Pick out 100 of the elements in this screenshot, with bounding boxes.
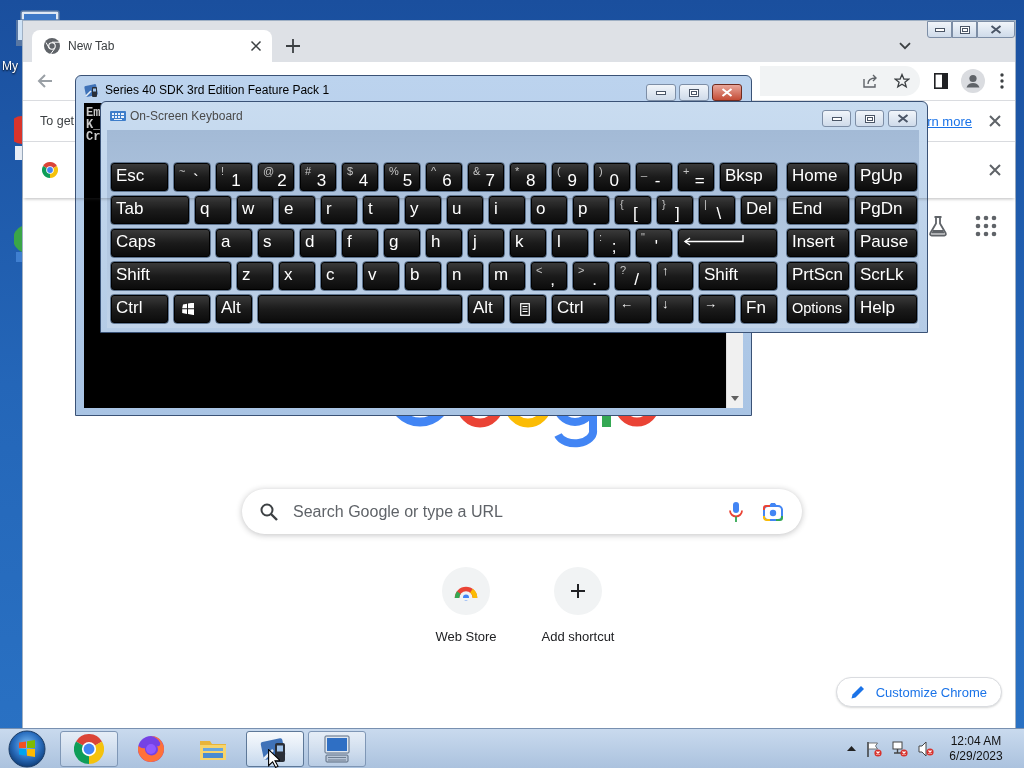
keyboard-key[interactable]: v — [362, 261, 400, 291]
flag-icon[interactable] — [866, 740, 882, 757]
keyboard-key[interactable] — [509, 294, 547, 324]
keyboard-key[interactable]: _ - — [635, 162, 673, 192]
plus-icon[interactable] — [286, 39, 300, 53]
keyboard-key[interactable]: s — [257, 228, 295, 258]
keyboard-key[interactable]: ) 0 — [593, 162, 631, 192]
desktop-icon-label[interactable]: My — [2, 59, 18, 73]
keyboard-key[interactable]: Del — [740, 195, 778, 225]
caret-up-icon[interactable] — [847, 746, 856, 751]
keyboard-key[interactable]: PgDn — [854, 195, 918, 225]
keyboard-key[interactable]: q — [194, 195, 232, 225]
keyboard-key[interactable]: y — [404, 195, 442, 225]
keyboard-key[interactable]: ~ ` — [173, 162, 211, 192]
keyboard-key[interactable]: < , — [530, 261, 568, 291]
keyboard-key[interactable]: d — [299, 228, 337, 258]
close-icon[interactable] — [988, 163, 1002, 177]
keyboard-key[interactable]: o — [530, 195, 568, 225]
keyboard-key[interactable]: ? / — [614, 261, 652, 291]
keyboard-key[interactable]: ScrLk — [854, 261, 918, 291]
microphone-icon[interactable] — [728, 500, 744, 523]
keyboard-key[interactable]: Tab — [110, 195, 190, 225]
grid-icon[interactable] — [974, 214, 998, 238]
keyboard-key[interactable]: Pause — [854, 228, 918, 258]
keyboard-key[interactable]: h — [425, 228, 463, 258]
space-bar[interactable] — [257, 294, 463, 324]
camera-icon[interactable] — [762, 500, 784, 523]
keyboard-key[interactable]: Ctrl — [551, 294, 610, 324]
keyboard-key[interactable]: Fn — [740, 294, 778, 324]
keyboard-key[interactable]: i — [488, 195, 526, 225]
star-icon[interactable] — [894, 73, 910, 89]
keyboard-key[interactable]: Home — [786, 162, 850, 192]
menu-icon[interactable] — [1000, 73, 1004, 89]
keyboard-key[interactable]: End — [786, 195, 850, 225]
keyboard-key[interactable]: { [ — [614, 195, 652, 225]
maximize-button[interactable] — [952, 21, 977, 38]
maximize-button[interactable] — [679, 84, 709, 101]
back-arrow-icon[interactable] — [36, 72, 54, 90]
minimize-button[interactable] — [646, 84, 676, 101]
keyboard-key[interactable]: # 3 — [299, 162, 337, 192]
keyboard-key[interactable]: & 7 — [467, 162, 505, 192]
keyboard-key[interactable]: Help — [854, 294, 918, 324]
keyboard-key[interactable]: ( 9 — [551, 162, 589, 192]
keyboard-key[interactable]: $ 4 — [341, 162, 379, 192]
keyboard-key[interactable]: g — [383, 228, 421, 258]
close-icon[interactable] — [250, 40, 262, 52]
keyboard-key[interactable]: r — [320, 195, 358, 225]
keyboard-key[interactable]: + = — [677, 162, 715, 192]
maximize-button[interactable] — [855, 110, 884, 127]
start-orb-icon[interactable] — [8, 729, 46, 768]
keyboard-key[interactable]: ^ 6 — [425, 162, 463, 192]
desktop-icon[interactable] — [14, 116, 22, 160]
clock-date[interactable]: 6/29/2023 — [949, 748, 1003, 764]
caret-down-icon[interactable] — [731, 396, 739, 401]
keyboard-key[interactable] — [677, 228, 778, 258]
clock-time[interactable]: 12:04 AM — [950, 733, 1002, 749]
browser-tab[interactable]: New Tab — [32, 30, 272, 62]
close-button[interactable] — [977, 21, 1015, 38]
keyboard-key[interactable]: } ] — [656, 195, 694, 225]
keyboard-key[interactable]: x — [278, 261, 316, 291]
keyboard-key[interactable]: w — [236, 195, 274, 225]
share-icon[interactable] — [862, 73, 878, 89]
keyboard-key[interactable] — [173, 294, 211, 324]
keyboard-key[interactable]: PrtScn — [786, 261, 850, 291]
keyboard-key[interactable]: l — [551, 228, 589, 258]
close-button[interactable] — [888, 110, 917, 127]
caret-down-icon[interactable] — [899, 42, 911, 50]
minimize-button[interactable] — [822, 110, 851, 127]
keyboard-key[interactable]: Esc — [110, 162, 169, 192]
keyboard-key[interactable]: f — [341, 228, 379, 258]
keyboard-key[interactable]: m — [488, 261, 526, 291]
keyboard-key[interactable]: " ' — [635, 228, 673, 258]
keyboard-key[interactable]: | \ — [698, 195, 736, 225]
keyboard-key[interactable]: u — [446, 195, 484, 225]
keyboard-key[interactable]: % 5 — [383, 162, 421, 192]
keyboard-key[interactable]: a — [215, 228, 253, 258]
keyboard-key[interactable]: → — [698, 294, 736, 324]
keyboard-key[interactable]: z — [236, 261, 274, 291]
keyboard-key[interactable]: * 8 — [509, 162, 547, 192]
customize-button[interactable]: Customize Chrome — [835, 677, 1002, 707]
keyboard-key[interactable]: c — [320, 261, 358, 291]
keyboard-key[interactable]: j — [467, 228, 505, 258]
info-link[interactable]: rn more — [927, 113, 972, 129]
keyboard-key[interactable]: @ 2 — [257, 162, 295, 192]
keyboard-key[interactable]: n — [446, 261, 484, 291]
keyboard-key[interactable]: ↓ — [656, 294, 694, 324]
shortcut-link[interactable]: Add shortcut — [522, 567, 634, 645]
desktop-icon[interactable] — [16, 20, 22, 46]
flask-icon[interactable] — [926, 214, 950, 238]
keyboard-key[interactable]: b — [404, 261, 442, 291]
close-icon[interactable] — [988, 114, 1002, 128]
minimize-button[interactable] — [927, 21, 952, 38]
keyboard-key[interactable]: : ; — [593, 228, 631, 258]
shortcut-link[interactable]: Web Store — [410, 567, 522, 645]
keyboard-key[interactable]: k — [509, 228, 547, 258]
keyboard-key[interactable]: Ctrl — [110, 294, 169, 324]
keyboard-key[interactable]: p — [572, 195, 610, 225]
side-panel-icon[interactable] — [934, 73, 948, 89]
search-input[interactable]: Search Google or type a URL — [293, 499, 728, 524]
keyboard-key[interactable]: Alt — [215, 294, 253, 324]
